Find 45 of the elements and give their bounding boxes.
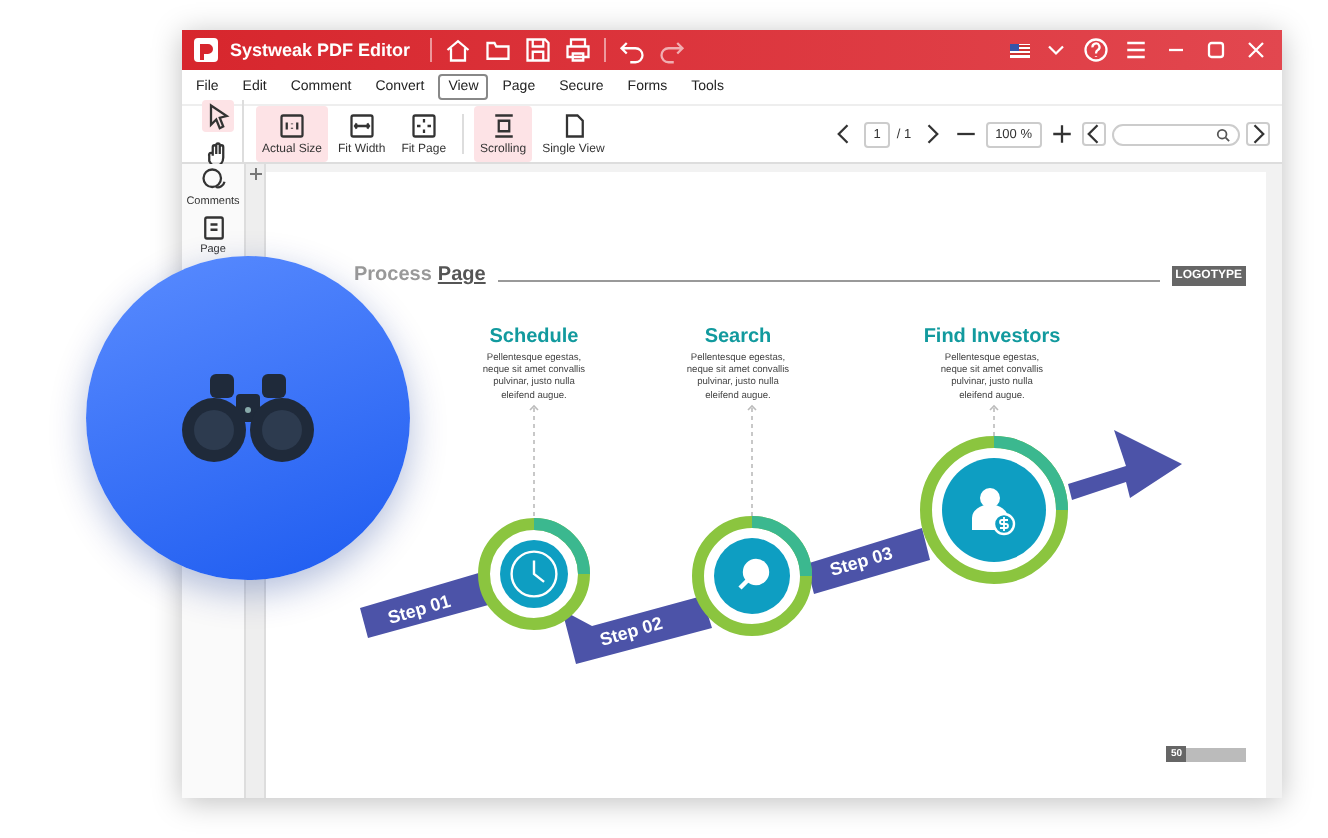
search-field[interactable] [1112,123,1240,145]
actual-size-icon [278,112,306,140]
scrolling-icon [489,112,518,140]
comments-icon [199,166,227,194]
step-label: Step 01 [385,590,453,628]
save-icon[interactable] [524,36,553,64]
step-ring [692,515,812,636]
fit-width-icon [347,112,376,140]
app-logo-icon [194,38,218,62]
search-next-button[interactable] [1246,122,1270,146]
tool-button[interactable] [202,99,234,131]
step-title: Schedule [489,326,579,348]
home-icon[interactable] [444,36,473,64]
binoculars-icon [182,370,314,466]
search-icon [738,558,770,590]
folder-icon[interactable] [484,36,513,64]
menu-icon[interactable] [1122,36,1150,64]
print-icon[interactable] [564,36,593,64]
clock-icon [510,550,558,598]
dashed-connector [747,404,757,517]
step-title: Search [704,326,772,348]
heading-word: Page [437,264,486,286]
footer-bar [1186,747,1246,761]
arrow-head-shape [1068,429,1182,500]
search-icon [1216,127,1230,141]
page-icon [199,214,227,242]
pointer-icon [204,101,232,129]
window-title: Systweak PDF Editor [230,40,411,60]
step-label: Step 02 [597,612,665,650]
step-band [806,527,930,594]
zoom-in-icon[interactable] [1048,120,1076,148]
flag-icon[interactable] [1010,43,1030,57]
maximize-icon[interactable] [1202,36,1230,64]
fit-page-icon [409,112,438,140]
plus-icon[interactable] [249,168,261,184]
help-icon[interactable] [1082,36,1110,64]
dashed-connector [529,404,539,519]
step-band [360,571,492,638]
heading-word: Process [354,264,432,286]
dashed-connector [989,404,999,437]
investor-icon [972,487,1016,536]
step-label: Step 03 [827,542,895,580]
step-ring [478,517,590,630]
search-prev-button[interactable] [1082,122,1106,146]
step-title: Find Investors [923,326,1061,348]
